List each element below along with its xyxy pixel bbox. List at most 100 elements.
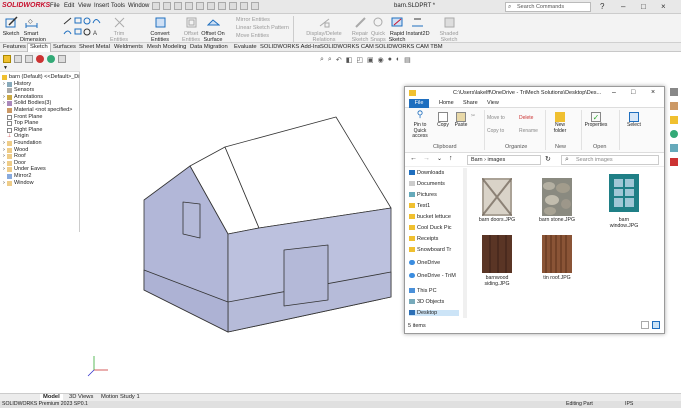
refresh-icon[interactable]: ↻ (545, 155, 551, 163)
pin-quick-access-button[interactable]: ⚲ Pin to Quick access (407, 110, 433, 140)
cut-icon[interactable]: ✂ (471, 113, 475, 119)
tree-item-window[interactable]: › Window (0, 180, 80, 187)
nav-desktop[interactable]: Desktop (409, 310, 459, 316)
tab-motion-study[interactable]: Motion Study 1 (98, 394, 143, 400)
nav-cool-duck-pic[interactable]: Cool Duck Pic (409, 225, 452, 231)
nav-this-pc[interactable]: This PC (409, 288, 437, 294)
details-view-icon[interactable] (641, 321, 649, 329)
tab-surfaces[interactable]: Surfaces (51, 44, 78, 50)
tab-file[interactable]: File (409, 99, 429, 108)
property-manager-icon[interactable] (14, 55, 22, 63)
trim-entities-button[interactable]: Trim Entities (104, 16, 134, 43)
offset-entities-button[interactable]: Offset Entities (180, 16, 202, 43)
appearances-icon[interactable] (670, 130, 678, 138)
tab-sheet-metal[interactable]: Sheet Metal (77, 44, 112, 50)
large-icons-view-icon[interactable] (652, 321, 660, 329)
nav-onedrive-trimech[interactable]: OneDrive - TriM (409, 273, 456, 279)
dimxpert-icon[interactable] (36, 55, 44, 63)
menu-window[interactable]: Window (128, 3, 149, 9)
repair-sketch-button[interactable]: Repair Sketch (350, 16, 370, 43)
forward-arrow-icon[interactable]: → (423, 155, 430, 162)
filter-icon[interactable]: ▼ (3, 65, 8, 71)
tree-item-under-eaves[interactable]: › Under Eaves (0, 166, 80, 173)
file-barn-stone[interactable] (542, 178, 572, 216)
home-icon[interactable] (152, 2, 160, 10)
display-manager-icon[interactable] (47, 55, 55, 63)
tab-model[interactable]: Model (40, 394, 63, 400)
restore-icon[interactable]: □ (641, 2, 646, 11)
undo-icon[interactable] (207, 2, 215, 10)
nav-test1[interactable]: Test1 (409, 203, 430, 209)
up-arrow-icon[interactable]: ↑ (449, 155, 453, 162)
select-button[interactable]: Select (623, 112, 645, 129)
tab-evaluate[interactable]: Evaluate (232, 44, 259, 50)
copy-to-button[interactable]: Copy to (487, 128, 504, 134)
nav-snowboard[interactable]: Snowboard Tr (409, 247, 451, 253)
print-icon[interactable] (196, 2, 204, 10)
custom-properties-icon[interactable] (670, 144, 678, 152)
quick-snaps-button[interactable]: Quick Snaps (370, 16, 386, 43)
tree-item-material[interactable]: Material <not specified> (0, 107, 80, 114)
tree-item-right-plane[interactable]: Right Plane (0, 127, 80, 134)
file-barn-window[interactable] (609, 174, 639, 212)
tree-item-history[interactable]: › History (0, 81, 80, 88)
nav-bucket-lettuce[interactable]: bucket lettuce (409, 214, 451, 220)
tab-sketch[interactable]: Sketch (27, 43, 51, 52)
explorer-maximize-icon[interactable]: □ (631, 89, 635, 96)
menu-view[interactable]: View (78, 3, 91, 9)
menu-insert[interactable]: Insert (94, 3, 109, 9)
menu-edit[interactable]: Edit (64, 3, 74, 9)
properties-button[interactable]: ✓ Properties (583, 112, 609, 129)
tab-view[interactable]: View (487, 100, 499, 106)
redo-icon[interactable] (218, 2, 226, 10)
close-icon[interactable]: × (661, 2, 666, 11)
units-status[interactable]: IPS (625, 401, 633, 407)
back-arrow-icon[interactable]: ← (410, 155, 417, 162)
tab-data-migration[interactable]: Data Migration (188, 44, 230, 50)
open-icon[interactable] (174, 2, 182, 10)
menu-tools[interactable]: Tools (111, 3, 125, 9)
nav-onedrive[interactable]: OneDrive (409, 260, 440, 266)
tab-features[interactable]: Features (1, 44, 28, 50)
nav-receipts[interactable]: Receipts (409, 236, 438, 242)
copy-button[interactable]: Copy (435, 112, 451, 129)
rapid-sketch-button[interactable]: Rapid Sketch (388, 16, 406, 43)
tree-item-origin[interactable]: ⊥ Origin (0, 133, 80, 140)
nav-pictures[interactable]: Pictures (409, 192, 437, 198)
tab-solidworks-cam[interactable]: SOLIDWORKS CAM (318, 44, 376, 50)
save-icon[interactable] (185, 2, 193, 10)
design-library-icon[interactable] (670, 102, 678, 110)
select-icon[interactable] (229, 2, 237, 10)
file-barn-doors[interactable] (481, 177, 513, 217)
rebuild-icon[interactable] (240, 2, 248, 10)
paste-button[interactable]: Paste (453, 112, 469, 129)
tab-mesh-modeling[interactable]: Mesh Modeling (145, 44, 188, 50)
nav-downloads[interactable]: Downloads (409, 170, 444, 176)
tab-home[interactable]: Home (439, 100, 454, 106)
file-tin-roof[interactable] (542, 235, 572, 273)
display-delete-relations-button[interactable]: Display/Delete Relations (300, 16, 348, 43)
tab-share[interactable]: Share (463, 100, 478, 106)
new-icon[interactable] (163, 2, 171, 10)
rename-button[interactable]: Rename (519, 128, 538, 134)
menu-file[interactable]: File (50, 3, 60, 9)
sketch-button[interactable]: Sketch (2, 16, 20, 37)
cam-manager-icon[interactable] (58, 55, 66, 63)
tree-item-sensors[interactable]: Sensors (0, 87, 80, 94)
tab-3d-views[interactable]: 3D Views (66, 394, 96, 400)
file-explorer-icon[interactable] (670, 116, 678, 124)
nav-3d-objects[interactable]: 3D Objects (409, 299, 444, 305)
move-entities-button[interactable]: Move Entities (236, 33, 269, 39)
tree-item-door[interactable]: › Door (0, 160, 80, 167)
configuration-icon[interactable] (25, 55, 33, 63)
offset-on-surface-button[interactable]: Offset On Surface (200, 16, 226, 43)
tree-root[interactable]: barn (Default) <<Default>_Di (0, 74, 80, 81)
linear-sketch-pattern-button[interactable]: Linear Sketch Pattern (236, 25, 289, 31)
convert-entities-button[interactable]: Convert Entities (141, 16, 179, 43)
feature-tree-icon[interactable] (3, 55, 11, 63)
tab-solidworks-add-ins[interactable]: SOLIDWORKS Add-Ins (258, 44, 323, 50)
move-to-button[interactable]: Move to (487, 115, 505, 121)
mirror-entities-button[interactable]: Mirror Entities (236, 17, 270, 23)
search-commands-input[interactable]: ⌕ Search Commands (505, 2, 591, 12)
search-images-input[interactable]: ⌕ Search images (561, 155, 659, 165)
